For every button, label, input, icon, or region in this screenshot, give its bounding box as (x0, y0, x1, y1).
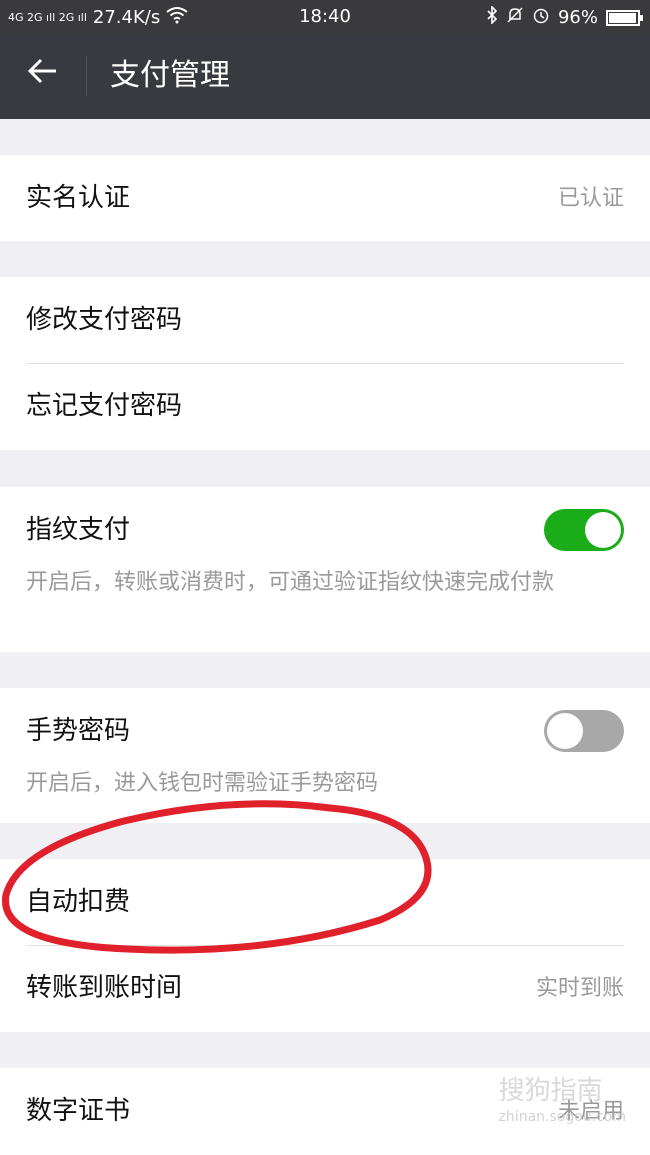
group-gesture: 手势密码 开启后，进入钱包时需验证手势密码 (0, 688, 650, 823)
realname-label: 实名认证 (26, 183, 131, 213)
battery-percent: 96% (557, 7, 598, 28)
certificate-label: 数字证书 (26, 1096, 131, 1126)
watermark: 搜狗指南 zhinan.sogou.com (499, 1070, 626, 1125)
group-realname: 实名认证 已认证 (0, 155, 650, 241)
gesture-description: 开启后，进入钱包时需验证手势密码 (26, 771, 379, 796)
fingerprint-label: 指纹支付 (26, 515, 131, 545)
group-transfer: 自动扣费 转账到账时间 实时到账 (0, 859, 650, 1032)
row-realname[interactable]: 实名认证 已认证 (0, 155, 650, 241)
forgot-password-label: 忘记支付密码 (26, 391, 183, 421)
battery-icon (606, 9, 643, 26)
row-forgot-password[interactable]: 忘记支付密码 (0, 363, 650, 449)
transfer-time-value: 实时到账 (535, 976, 624, 1001)
fingerprint-description: 开启后，转账或消费时，可通过验证指纹快速完成付款 (26, 570, 555, 595)
gesture-label: 手势密码 (26, 716, 131, 746)
gesture-toggle[interactable] (544, 710, 624, 752)
row-transfer-time[interactable]: 转账到账时间 实时到账 (0, 945, 650, 1031)
row-change-password[interactable]: 修改支付密码 (0, 277, 650, 363)
arrow-left-icon (26, 56, 60, 97)
fingerprint-toggle[interactable] (544, 509, 624, 551)
status-bar: 4G 2G ıll 2G ıll 27.4K/s 18:40 96% (0, 0, 650, 34)
transfer-time-label: 转账到账时间 (26, 973, 183, 1003)
mute-icon (506, 6, 524, 29)
header-divider (86, 56, 87, 96)
group-fingerprint: 指纹支付 开启后，转账或消费时，可通过验证指纹快速完成付款 (0, 487, 650, 652)
bluetooth-icon (486, 5, 498, 29)
auto-deduct-label: 自动扣费 (26, 887, 131, 917)
change-password-label: 修改支付密码 (26, 305, 183, 335)
toggle-knob (547, 713, 583, 749)
watermark-text: 搜狗指南 (498, 1076, 603, 1106)
app-header: 支付管理 (0, 34, 650, 119)
group-password: 修改支付密码 忘记支付密码 (0, 277, 650, 450)
back-button[interactable] (26, 54, 66, 98)
toggle-knob (585, 512, 621, 548)
realname-status: 已认证 (557, 186, 624, 211)
alarm-icon (532, 6, 550, 29)
page-title: 支付管理 (110, 58, 230, 93)
row-auto-deduct[interactable]: 自动扣费 (0, 859, 650, 945)
watermark-url: zhinan.sogou.com (498, 1109, 626, 1125)
